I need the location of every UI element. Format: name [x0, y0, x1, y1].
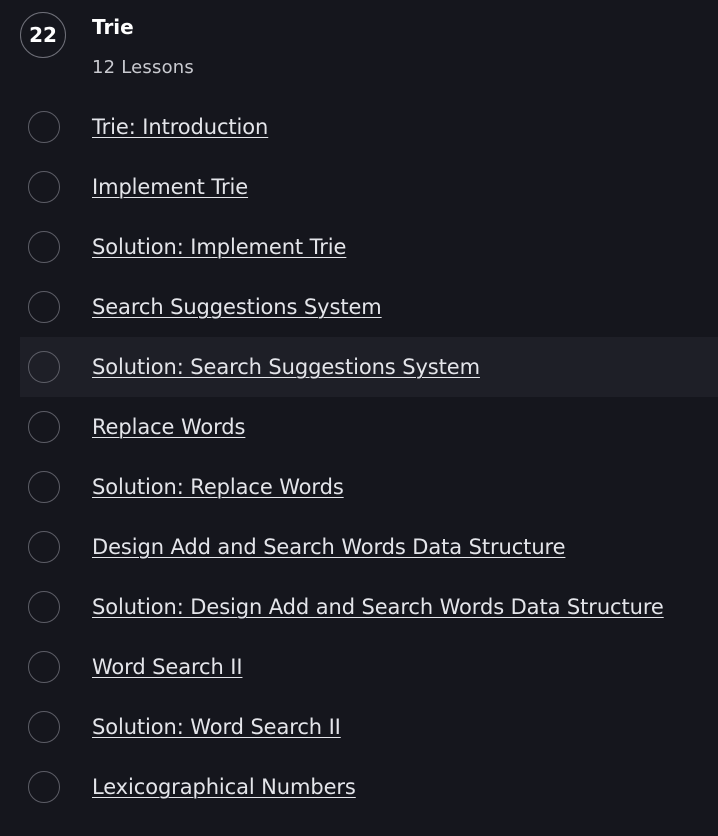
lesson-row[interactable]: Solution: Design Add and Search Words Da…	[20, 577, 718, 637]
lesson-status-circle-icon	[28, 651, 60, 683]
lesson-status-circle-icon	[28, 171, 60, 203]
lesson-link[interactable]: Trie: Introduction	[92, 113, 268, 141]
lesson-row[interactable]: Trie: Introduction	[20, 97, 718, 157]
lesson-count: 12 Lessons	[92, 57, 194, 78]
lesson-link[interactable]: Replace Words	[92, 413, 245, 441]
lesson-status-circle-icon	[28, 531, 60, 563]
lesson-status-circle-icon	[28, 291, 60, 323]
lesson-status-circle-icon	[28, 711, 60, 743]
lesson-link[interactable]: Solution: Search Suggestions System	[92, 353, 480, 381]
lesson-row[interactable]: Implement Trie	[20, 157, 718, 217]
lesson-status-circle-icon	[28, 471, 60, 503]
lesson-row[interactable]: Word Search II	[20, 637, 718, 697]
lesson-link[interactable]: Search Suggestions System	[92, 293, 382, 321]
lesson-link[interactable]: Lexicographical Numbers	[92, 773, 356, 801]
lesson-link[interactable]: Word Search II	[92, 653, 243, 681]
lesson-link[interactable]: Design Add and Search Words Data Structu…	[92, 533, 566, 561]
lesson-row[interactable]: Lexicographical Numbers	[20, 757, 718, 817]
lesson-link[interactable]: Solution: Implement Trie	[92, 233, 346, 261]
lesson-row[interactable]: Solution: Replace Words	[20, 457, 718, 517]
lesson-status-circle-icon	[28, 771, 60, 803]
lesson-link[interactable]: Solution: Word Search II	[92, 713, 341, 741]
lesson-status-circle-icon	[28, 591, 60, 623]
lesson-row[interactable]: Solution: Word Search II	[20, 697, 718, 757]
lesson-link[interactable]: Solution: Design Add and Search Words Da…	[92, 593, 664, 621]
module-number-badge: 22	[20, 12, 66, 58]
lesson-link[interactable]: Solution: Replace Words	[92, 473, 344, 501]
lesson-status-circle-icon	[28, 111, 60, 143]
module-title[interactable]: Trie	[92, 14, 134, 40]
lesson-status-circle-icon	[28, 231, 60, 263]
lesson-row[interactable]: Solution: Search Suggestions System	[20, 337, 718, 397]
lesson-row[interactable]: Design Add and Search Words Data Structu…	[20, 517, 718, 577]
lesson-list: Trie: Introduction Implement Trie Soluti…	[20, 97, 718, 817]
lesson-status-circle-icon	[28, 411, 60, 443]
module-section: 22 Trie 12 Lessons Trie: Introduction Im…	[0, 0, 718, 836]
lesson-link[interactable]: Implement Trie	[92, 173, 248, 201]
lesson-row[interactable]: Solution: Implement Trie	[20, 217, 718, 277]
lesson-status-circle-icon	[28, 351, 60, 383]
lesson-row[interactable]: Search Suggestions System	[20, 277, 718, 337]
lesson-row[interactable]: Replace Words	[20, 397, 718, 457]
